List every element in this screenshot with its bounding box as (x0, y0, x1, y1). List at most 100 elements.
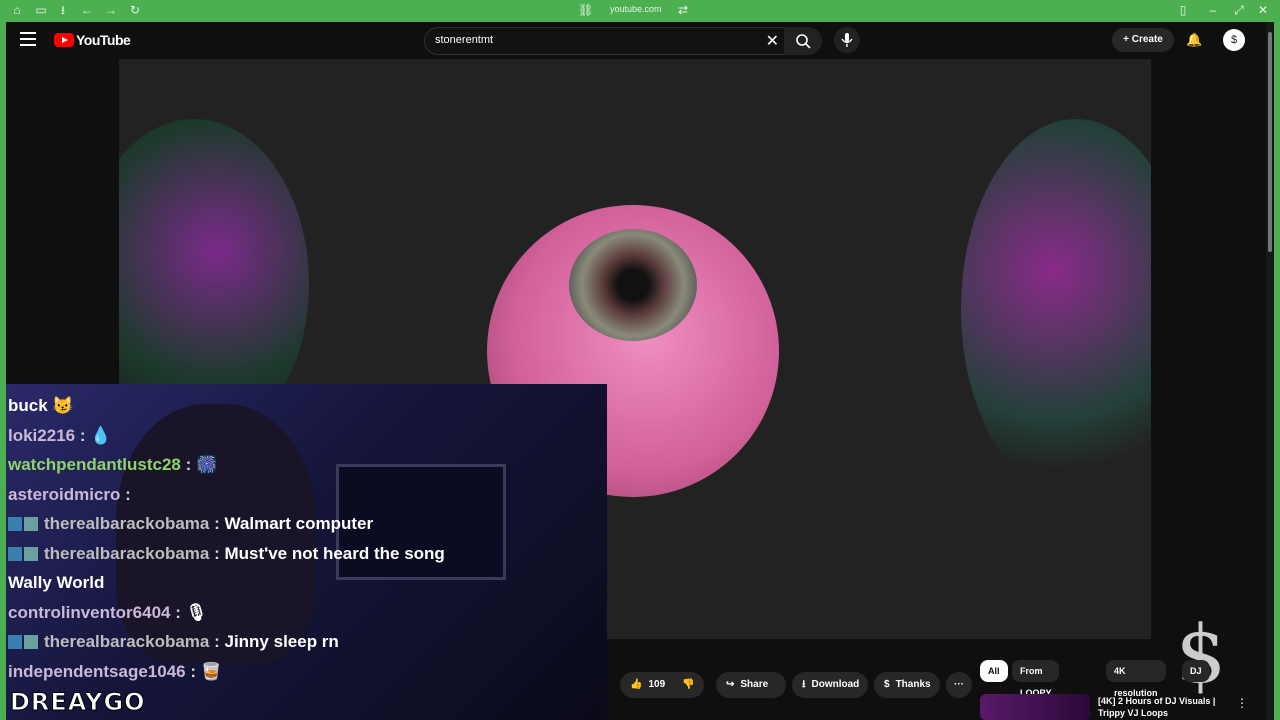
chat-separator: : (209, 514, 225, 533)
notifications-bell-icon[interactable]: 🔔 (1186, 32, 1202, 48)
chat-text: buck 😼 (8, 396, 74, 415)
chat-message: controlinventor6404 : 🎙 (8, 603, 207, 623)
chat-separator: : (185, 661, 201, 681)
chat-separator: : (120, 484, 131, 504)
download-icon[interactable]: ⭳ (56, 3, 70, 17)
chip-4k-resolution[interactable]: 4K resolution (1106, 660, 1166, 698)
address-bar-url[interactable]: youtube.com (610, 4, 662, 14)
share-icon: ↪ (726, 679, 735, 690)
chat-username: loki2216 (8, 425, 76, 445)
forward-icon[interactable]: → (104, 3, 118, 17)
share-label: Share (740, 679, 769, 690)
minimize-icon[interactable]: – (1206, 3, 1220, 17)
like-dislike-group: 👍 109 👎 (620, 672, 704, 698)
reload-icon[interactable]: ↻ (128, 3, 142, 17)
split-view-icon[interactable]: ▯ (1176, 3, 1190, 17)
chat-badge-icon (24, 517, 38, 531)
thanks-button[interactable]: $ Thanks (874, 672, 940, 698)
browser-titlebar: ⌂ ▭ ⭳ ← → ↻ ⛓ youtube.com ⇄ ▯ – ⤢ ✕ (0, 0, 1280, 22)
thanks-label: Thanks (895, 679, 931, 690)
chat-username: therealbarackobama (44, 543, 210, 563)
page-scrollbar[interactable] (1266, 22, 1274, 720)
chip-dj[interactable]: DJ (1182, 660, 1210, 682)
link-icon: ⛓ (578, 3, 594, 17)
chat-username: therealbarackobama (44, 514, 210, 533)
thumbs-up-icon[interactable]: 👍 (630, 672, 642, 698)
browser-menu-icon[interactable]: ⌂ (10, 3, 24, 17)
sidebar-toggle-icon[interactable]: ▭ (34, 3, 48, 17)
chat-text: Wally World (8, 573, 105, 592)
chat-badge-icon (24, 546, 38, 561)
chat-badge-icon (8, 517, 22, 531)
microphone-icon (841, 33, 853, 47)
chat-text: 🥃 (200, 661, 222, 681)
search-box[interactable]: stonerentmt ✕ (424, 27, 786, 55)
scrollbar-thumb[interactable] (1268, 32, 1272, 252)
download-label: Download (811, 679, 860, 690)
eye-iris (569, 229, 697, 341)
more-actions-button[interactable]: ··· (946, 672, 972, 698)
youtube-logo[interactable]: YouTube (54, 32, 131, 48)
chat-text: 🎙 (185, 602, 208, 622)
logo-text: YouTube (76, 32, 131, 48)
chat-badge-icon (8, 635, 22, 649)
chat-separator: : (170, 602, 186, 622)
menu-icon[interactable] (20, 32, 36, 46)
recommended-thumbnail[interactable] (980, 694, 1090, 720)
maximize-icon[interactable]: ⤢ (1232, 3, 1246, 17)
search-button[interactable] (784, 27, 822, 55)
more-icon: ··· (954, 679, 964, 690)
chat-message: therealbarackobama : Must've not heard t… (8, 544, 445, 564)
chat-badge-icon (8, 546, 22, 561)
share-button[interactable]: ↪ Share (716, 672, 786, 698)
right-visual-figure (961, 119, 1151, 499)
chat-message: loki2216 : 💧 (8, 426, 111, 446)
chat-message: buck 😼 (8, 396, 74, 416)
search-input[interactable]: stonerentmt (435, 34, 493, 46)
chat-text: 🎆 (195, 455, 218, 474)
thanks-icon: $ (884, 679, 890, 690)
masthead: YouTube stonerentmt ✕ + Create 🔔 $ (6, 22, 1274, 58)
download-button[interactable]: ⭳ Download (792, 672, 868, 698)
clear-search-icon[interactable]: ✕ (766, 31, 779, 51)
youtube-play-icon (54, 33, 74, 47)
close-window-icon[interactable]: ✕ (1256, 3, 1270, 17)
chat-message: watchpendantlustc28 : 🎆 (8, 455, 217, 475)
chat-separator: : (209, 543, 225, 563)
chat-message: independentsage1046 : 🥃 (8, 662, 222, 682)
like-count[interactable]: 109 (648, 679, 665, 690)
thumbs-down-icon[interactable]: 👎 (682, 672, 694, 698)
chat-username: therealbarackobama (44, 632, 210, 651)
avatar[interactable]: $ (1223, 29, 1245, 51)
chat-text: Jinny sleep rn (224, 632, 339, 651)
chip-from-loopy-lad[interactable]: From LOOPY LAD (1012, 660, 1060, 720)
chat-separator: : (180, 455, 196, 474)
create-button[interactable]: + Create (1112, 28, 1174, 52)
recommended-title[interactable]: [4K] 2 Hours of DJ Visuals | Trippy VJ L… (1098, 695, 1228, 719)
plus-icon: + (1123, 34, 1132, 45)
chat-overlay: buck 😼 loki2216 : 💧 watchpendantlustc28 : … (6, 384, 607, 720)
recommended-menu-icon[interactable]: ⋮ (1236, 696, 1248, 710)
chat-message: asteroidmicro : (8, 485, 131, 505)
chat-username: asteroidmicro (8, 484, 121, 504)
chat-badge-icon (24, 635, 38, 649)
webcam-overlay: buck 😼 loki2216 : 💧 watchpendantlustc28 : … (6, 384, 607, 720)
download-arrow-icon: ⭳ (802, 679, 806, 690)
chat-text: Must've not heard the song (224, 543, 445, 563)
voice-search-button[interactable] (834, 27, 860, 53)
chat-separator: : (75, 425, 91, 445)
back-icon[interactable]: ← (80, 3, 94, 17)
chat-message: therealbarackobama : Jinny sleep rn (8, 632, 339, 652)
chat-username: controlinventor6404 (8, 602, 171, 622)
chat-username: independentsage1046 (8, 661, 186, 681)
site-settings-icon[interactable]: ⇄ (676, 3, 690, 17)
chat-message: therealbarackobama : Walmart computer (8, 514, 373, 534)
search-icon (796, 34, 811, 49)
create-label: Create (1131, 34, 1163, 45)
recommended-video[interactable]: [4K] 2 Hours of DJ Visuals | Trippy VJ L… (980, 692, 1260, 720)
streamer-name: DREAYGO (10, 688, 146, 717)
chat-text: 💧 (90, 425, 112, 445)
chat-separator: : (209, 632, 225, 651)
chat-username: watchpendantlustc28 (8, 455, 181, 474)
chip-all[interactable]: All (980, 660, 1008, 682)
